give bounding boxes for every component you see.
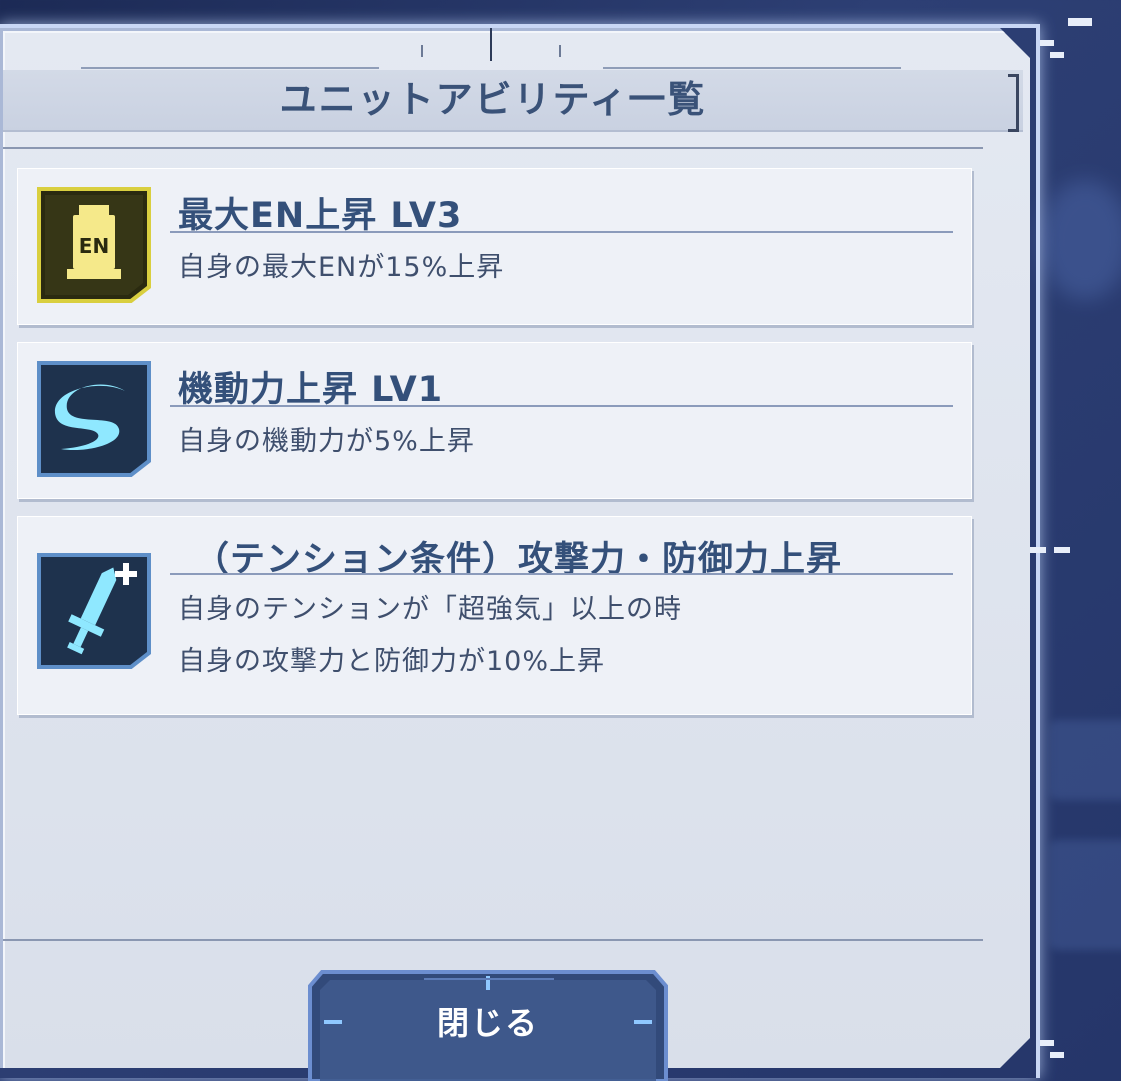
list-bottom-divider xyxy=(3,939,983,941)
decorative-tick xyxy=(490,28,492,61)
ability-description: 自身のテンションが「超強気」以上の時 xyxy=(178,594,682,625)
sword-plus-icon xyxy=(33,549,155,671)
close-button-label: 閉じる xyxy=(436,1004,539,1042)
ability-underline xyxy=(170,573,953,575)
ability-underline xyxy=(170,231,953,233)
frame-tab xyxy=(1040,40,1054,46)
ability-card: EN 最大EN上昇 LV3 自身の最大ENが15%上昇 xyxy=(17,168,972,325)
decorative-tick xyxy=(421,45,423,57)
frame-tab xyxy=(1068,18,1092,26)
ability-underline xyxy=(170,405,953,407)
title-bar: ユニットアビリティ一覧 xyxy=(3,70,1023,132)
close-button[interactable]: 閉じる xyxy=(304,966,672,1081)
svg-text:EN: EN xyxy=(79,234,109,258)
background-blur xyxy=(1050,840,1121,950)
frame-tab xyxy=(1030,547,1046,553)
decorative-line xyxy=(603,67,901,69)
background-blur xyxy=(1040,180,1121,300)
decorative-line xyxy=(81,67,379,69)
frame-tab xyxy=(1050,52,1064,58)
mobility-swoosh-icon xyxy=(33,357,155,479)
title-bracket xyxy=(1008,74,1019,132)
ability-card: 機動力上昇 LV1 自身の機動力が5%上昇 xyxy=(17,342,972,499)
dialog-title: ユニットアビリティ一覧 xyxy=(279,78,707,121)
frame-tab xyxy=(1050,1052,1064,1058)
list-top-divider xyxy=(3,147,983,149)
frame-tab xyxy=(1040,1040,1054,1046)
en-tank-icon: EN xyxy=(33,183,155,305)
decorative-tick xyxy=(559,45,561,57)
ability-description: 自身の機動力が5%上昇 xyxy=(178,426,475,457)
ability-list-dialog: ユニットアビリティ一覧 EN 最大EN上昇 LV3 自身の最大ENが15%上昇 xyxy=(0,28,1030,1068)
ability-description: 自身の攻撃力と防御力が10%上昇 xyxy=(178,646,606,677)
frame-tab xyxy=(1054,547,1070,553)
ability-description: 自身の最大ENが15%上昇 xyxy=(178,252,505,283)
background-blur xyxy=(1050,720,1121,800)
ability-card: （テンション条件）攻撃力・防御力上昇 自身のテンションが「超強気」以上の時 自身… xyxy=(17,516,972,715)
